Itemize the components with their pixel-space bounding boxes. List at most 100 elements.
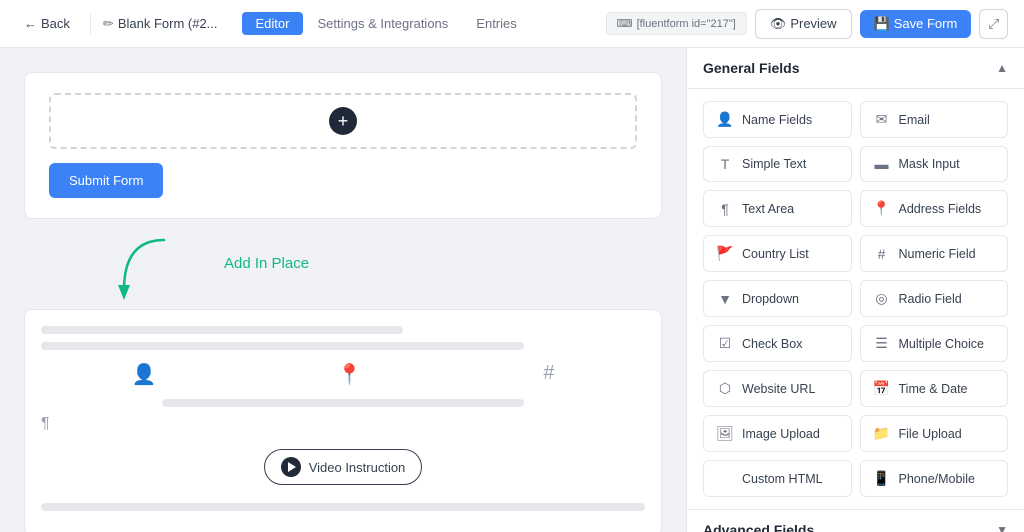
email-icon: ✉ xyxy=(873,111,891,128)
tab-editor[interactable]: Editor xyxy=(242,12,304,35)
save-form-button[interactable]: 💾 Save Form xyxy=(860,10,972,38)
submit-form-button[interactable]: Submit Form xyxy=(49,163,163,198)
address-icon: 📍 xyxy=(873,200,891,217)
nav-tabs: Editor Settings & Integrations Entries xyxy=(242,12,531,35)
back-button[interactable]: ← Back xyxy=(16,12,78,35)
editor-area: + Submit Form Add In Place 👤 📍 # xyxy=(0,48,686,532)
country-list-icon: 🚩 xyxy=(716,245,734,262)
multiple-choice-icon: ☰ xyxy=(873,335,891,352)
tab-entries[interactable]: Entries xyxy=(462,12,530,35)
hash-icon: # xyxy=(543,362,554,387)
submit-btn-area: Submit Form xyxy=(49,163,637,198)
mask-input-icon: ▬ xyxy=(873,156,891,172)
time-date-icon: 📅 xyxy=(873,380,891,397)
general-fields-title: General Fields xyxy=(703,60,799,76)
field-item-custom-html[interactable]: Custom HTML xyxy=(703,460,852,497)
eye-icon: 👁 xyxy=(770,16,787,32)
address-label: Address Fields xyxy=(899,202,982,216)
mask-input-label: Mask Input xyxy=(899,157,960,171)
name-icon: 👤 xyxy=(716,111,734,128)
shortcode-badge[interactable]: ⌨ [fluentform id="217"] xyxy=(606,12,747,35)
video-play-icon xyxy=(281,457,301,477)
form-canvas: + Submit Form xyxy=(24,72,662,219)
save-label: Save Form xyxy=(894,16,958,31)
field-item-checkbox[interactable]: ☑ Check Box xyxy=(703,325,852,362)
text-area-label: Text Area xyxy=(742,202,794,216)
file-upload-icon: 📁 xyxy=(873,425,891,442)
field-item-image-upload[interactable]: 🖼 Image Upload xyxy=(703,415,852,452)
field-item-email[interactable]: ✉ Email xyxy=(860,101,1009,138)
back-arrow-icon: ← xyxy=(24,16,37,31)
dropdown-icon: ▼ xyxy=(716,291,734,307)
field-item-country-list[interactable]: 🚩 Country List xyxy=(703,235,852,272)
pencil-icon: ✏ xyxy=(103,16,114,32)
checkbox-icon: ☑ xyxy=(716,335,734,352)
field-item-address[interactable]: 📍 Address Fields xyxy=(860,190,1009,227)
placeholder-line-1 xyxy=(41,326,403,334)
field-item-text-area[interactable]: ¶ Text Area xyxy=(703,190,852,227)
image-upload-icon: 🖼 xyxy=(716,425,734,442)
back-label: Back xyxy=(41,16,70,31)
add-row-plus-button[interactable]: + xyxy=(329,107,357,135)
radio-label: Radio Field xyxy=(899,292,962,306)
field-item-phone-mobile[interactable]: 📱 Phone/Mobile xyxy=(860,460,1009,497)
country-list-label: Country List xyxy=(742,247,809,261)
preview-button[interactable]: 👁 Preview xyxy=(755,9,852,39)
video-instruction-button[interactable]: Video Instruction xyxy=(264,449,423,485)
nav-divider xyxy=(90,14,91,34)
add-row[interactable]: + xyxy=(49,93,637,149)
right-panel: General Fields ▲ 👤 Name Fields ✉ Email T… xyxy=(686,48,1024,532)
advanced-fields-section: Advanced Fields ▼ xyxy=(687,509,1024,532)
time-date-label: Time & Date xyxy=(899,382,968,396)
field-item-radio[interactable]: ◎ Radio Field xyxy=(860,280,1009,317)
file-upload-label: File Upload xyxy=(899,427,962,441)
field-item-time-date[interactable]: 📅 Time & Date xyxy=(860,370,1009,407)
simple-text-icon: T xyxy=(716,156,734,172)
general-fields-chevron: ▲ xyxy=(996,61,1008,75)
field-item-dropdown[interactable]: ▼ Dropdown xyxy=(703,280,852,317)
advanced-fields-chevron: ▼ xyxy=(996,523,1008,532)
field-item-website-url[interactable]: ⬡ Website URL xyxy=(703,370,852,407)
top-navigation: ← Back ✏ Blank Form (#2... Editor Settin… xyxy=(0,0,1024,48)
field-item-file-upload[interactable]: 📁 File Upload xyxy=(860,415,1009,452)
field-item-multiple-choice[interactable]: ☰ Multiple Choice xyxy=(860,325,1009,362)
field-item-numeric[interactable]: # Numeric Field xyxy=(860,235,1009,272)
main-content: + Submit Form Add In Place 👤 📍 # xyxy=(0,48,1024,532)
multiple-choice-label: Multiple Choice xyxy=(899,337,984,351)
tab-settings[interactable]: Settings & Integrations xyxy=(303,12,462,35)
checkbox-label: Check Box xyxy=(742,337,802,351)
expand-button[interactable]: ⤢ xyxy=(979,9,1008,39)
general-fields-header[interactable]: General Fields ▲ xyxy=(687,48,1024,89)
email-label: Email xyxy=(899,113,930,127)
radio-icon: ◎ xyxy=(873,290,891,307)
phone-mobile-icon: 📱 xyxy=(873,470,891,487)
placeholder-icons-row: 👤 📍 # xyxy=(41,362,645,387)
text-area-icon: ¶ xyxy=(716,201,734,217)
paragraph-icon: ¶ xyxy=(41,415,50,433)
field-item-name[interactable]: 👤 Name Fields xyxy=(703,101,852,138)
image-upload-label: Image Upload xyxy=(742,427,820,441)
person-icon: 👤 xyxy=(132,362,157,387)
add-in-place-arrow xyxy=(104,235,224,305)
numeric-icon: # xyxy=(873,246,891,262)
preview-label: Preview xyxy=(790,16,836,31)
fields-grid: 👤 Name Fields ✉ Email T Simple Text ▬ Ma… xyxy=(687,89,1024,509)
location-icon: 📍 xyxy=(337,362,362,387)
numeric-label: Numeric Field xyxy=(899,247,976,261)
nav-right-actions: ⌨ [fluentform id="217"] 👁 Preview 💾 Save… xyxy=(606,9,1008,39)
advanced-fields-header[interactable]: Advanced Fields ▼ xyxy=(687,510,1024,532)
field-item-simple-text[interactable]: T Simple Text xyxy=(703,146,852,182)
placeholder-card: 👤 📍 # ¶ Video Instruction xyxy=(24,309,662,532)
name-label: Name Fields xyxy=(742,113,812,127)
code-icon: ⌨ xyxy=(617,17,633,30)
video-btn-label: Video Instruction xyxy=(309,460,406,475)
website-url-label: Website URL xyxy=(742,382,815,396)
placeholder-sub-line xyxy=(162,399,524,407)
simple-text-label: Simple Text xyxy=(742,157,806,171)
form-title-text: Blank Form (#2... xyxy=(118,16,218,31)
save-icon: 💾 xyxy=(874,16,890,32)
custom-html-label: Custom HTML xyxy=(742,472,823,486)
dropdown-label: Dropdown xyxy=(742,292,799,306)
website-url-icon: ⬡ xyxy=(716,380,734,397)
field-item-mask-input[interactable]: ▬ Mask Input xyxy=(860,146,1009,182)
